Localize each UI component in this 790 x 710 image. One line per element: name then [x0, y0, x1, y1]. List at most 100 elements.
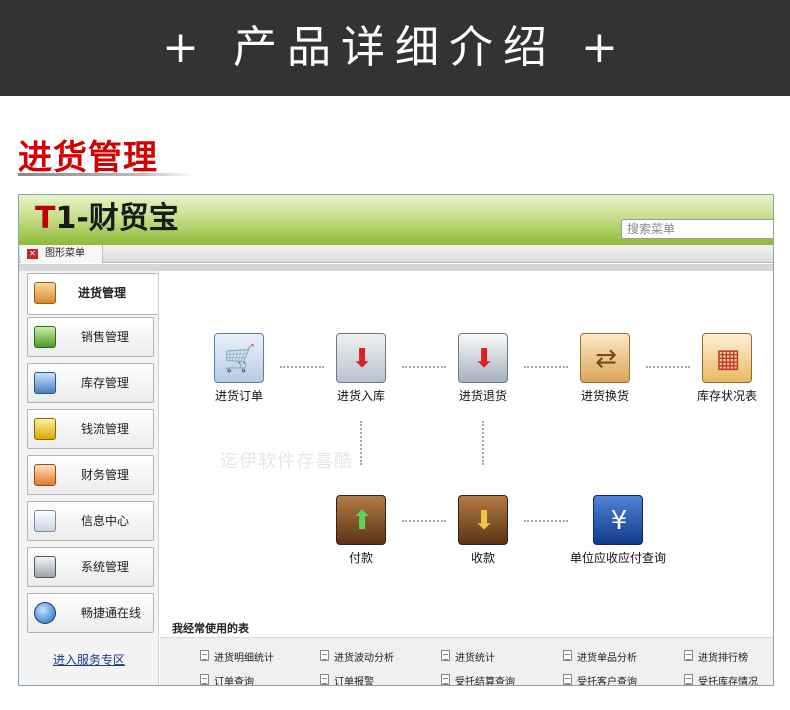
sidebar: 进货管理 销售管理 库存管理 钱流管理 财务管理 信息中心 系统管理 畅捷通在线… [19, 271, 159, 685]
sidebar-item-label: 钱流管理 [81, 422, 130, 436]
document-icon [200, 650, 209, 661]
function-receipt[interactable]: ⬇ 收款 [438, 495, 528, 566]
return-icon: ⬇ [458, 333, 508, 383]
sidebar-item-label: 财务管理 [81, 468, 130, 482]
frequent-link[interactable]: 订单报警 [320, 673, 374, 686]
close-icon[interactable]: ✕ [27, 249, 38, 259]
basket-icon [34, 326, 56, 348]
frequent-link-label: 订单报警 [334, 677, 374, 686]
function-label: 库存状况表 [696, 389, 757, 403]
function-label: 付款 [348, 551, 373, 565]
frequent-link-label: 受托库存情况 [698, 677, 758, 686]
sidebar-item-label: 销售管理 [81, 330, 130, 344]
frequent-link-label: 进货单品分析 [577, 653, 637, 664]
cart-order-icon: 🛒 [214, 333, 264, 383]
purchase-icon [34, 282, 56, 304]
document-icon [563, 650, 572, 661]
tab-label: 图形菜单 [45, 248, 85, 259]
sidebar-item-cashflow[interactable]: 钱流管理 [27, 409, 154, 449]
sidebar-item-online[interactable]: 畅捷通在线 [27, 593, 154, 633]
document-icon [441, 674, 450, 685]
frequent-link-label: 订单查询 [214, 677, 254, 686]
clipboard-icon: ▦ [702, 333, 752, 383]
frequent-link-label: 进货波动分析 [334, 653, 394, 664]
globe-icon [34, 602, 56, 624]
frequent-link-label: 进货统计 [455, 653, 495, 664]
app-window: T1-财贸宝 搜索菜单 ✕ 图形菜单 进货管理 销售管理 库存管理 钱流管理 财… [18, 194, 774, 686]
sidebar-item-inventory[interactable]: 库存管理 [27, 363, 154, 403]
frequent-link[interactable]: 进货明细统计 [200, 649, 274, 664]
document-icon [563, 674, 572, 685]
function-label: 进货入库 [336, 389, 385, 403]
section-underline [18, 173, 194, 176]
settings-icon [34, 556, 56, 578]
document-icon [684, 674, 693, 685]
graphic-menu-area: 迄伊软件存喜酷 🛒 进货订单 ⬇ 进货入库 ⬇ 进货退货 ⇄ 进货换货 ▦ 库存… [160, 271, 773, 686]
payment-icon: ⬆ [336, 495, 386, 545]
tab-graphic-menu[interactable]: ✕ 图形菜单 [21, 245, 103, 263]
function-label: 单位应收应付查询 [569, 551, 666, 565]
frequent-link[interactable]: 进货统计 [441, 649, 495, 664]
sidebar-item-label: 库存管理 [81, 376, 130, 390]
watermark: 迄伊软件存喜酷 [220, 451, 353, 472]
frequent-link[interactable]: 进货排行榜 [684, 649, 748, 664]
exchange-icon: ⇄ [580, 333, 630, 383]
mail-icon [34, 510, 56, 532]
frequent-link[interactable]: 受托客户查询 [563, 673, 637, 686]
frequent-link-label: 受托结算查询 [455, 677, 515, 686]
document-icon [320, 650, 329, 661]
sidebar-item-label: 信息中心 [81, 514, 130, 528]
frequent-link-label: 受托客户查询 [577, 677, 637, 686]
sidebar-item-finance[interactable]: 财务管理 [27, 455, 154, 495]
frequent-tables-panel: 进货明细统计 进货波动分析 进货统计 进货单品分析 进货排行榜 订单查询 订单报… [160, 637, 773, 686]
function-stock-in[interactable]: ⬇ 进货入库 [316, 333, 406, 404]
app-header: T1-财贸宝 搜索菜单 [19, 195, 773, 245]
money-icon [34, 418, 56, 440]
banner-title: + 产品详细介绍 + [162, 22, 628, 73]
sidebar-item-purchase[interactable]: 进货管理 [27, 273, 158, 315]
frequent-tables-title: 我经常使用的表 [172, 622, 249, 635]
frequent-link[interactable]: 进货波动分析 [320, 649, 394, 664]
frequent-link-label: 进货明细统计 [214, 653, 274, 664]
section-title: 进货管理 [18, 138, 158, 178]
app-logo: T1-财贸宝 [35, 199, 179, 239]
sidebar-item-label: 系统管理 [81, 560, 130, 574]
stock-in-icon: ⬇ [336, 333, 386, 383]
sidebar-item-sales[interactable]: 销售管理 [27, 317, 154, 357]
document-icon [200, 674, 209, 685]
top-banner: + 产品详细介绍 + [0, 0, 790, 96]
function-ar-ap-query[interactable]: ¥ 单位应收应付查询 [552, 495, 684, 566]
function-purchase-exchange[interactable]: ⇄ 进货换货 [560, 333, 650, 404]
warehouse-icon [34, 372, 56, 394]
function-purchase-order[interactable]: 🛒 进货订单 [194, 333, 284, 404]
tab-bar: ✕ 图形菜单 [19, 245, 773, 263]
logo-t: T [35, 201, 56, 236]
finance-icon [34, 464, 56, 486]
search-menu-input[interactable]: 搜索菜单 [621, 219, 773, 239]
receipt-icon: ⬇ [458, 495, 508, 545]
function-payment[interactable]: ⬆ 付款 [316, 495, 406, 566]
connector [482, 421, 484, 465]
sidebar-item-label: 畅捷通在线 [81, 606, 142, 620]
logo-text: 1-财贸宝 [55, 201, 179, 236]
document-icon [320, 674, 329, 685]
service-zone-link[interactable]: 进入服务专区 [19, 651, 159, 668]
magnifier-yen-icon: ¥ [593, 495, 643, 545]
document-icon [684, 650, 693, 661]
function-label: 进货订单 [214, 389, 263, 403]
connector [360, 421, 362, 465]
frequent-link[interactable]: 受托结算查询 [441, 673, 515, 686]
function-stock-status[interactable]: ▦ 库存状况表 [682, 333, 772, 404]
function-label: 收款 [470, 551, 495, 565]
frequent-link[interactable]: 受托库存情况 [684, 673, 758, 686]
document-icon [441, 650, 450, 661]
sidebar-item-label: 进货管理 [78, 286, 127, 300]
frequent-link[interactable]: 进货单品分析 [563, 649, 637, 664]
function-label: 进货换货 [580, 389, 629, 403]
function-purchase-return[interactable]: ⬇ 进货退货 [438, 333, 528, 404]
toolbar-strip [19, 264, 773, 271]
sidebar-item-system[interactable]: 系统管理 [27, 547, 154, 587]
function-label: 进货退货 [458, 389, 507, 403]
frequent-link[interactable]: 订单查询 [200, 673, 254, 686]
sidebar-item-info-center[interactable]: 信息中心 [27, 501, 154, 541]
